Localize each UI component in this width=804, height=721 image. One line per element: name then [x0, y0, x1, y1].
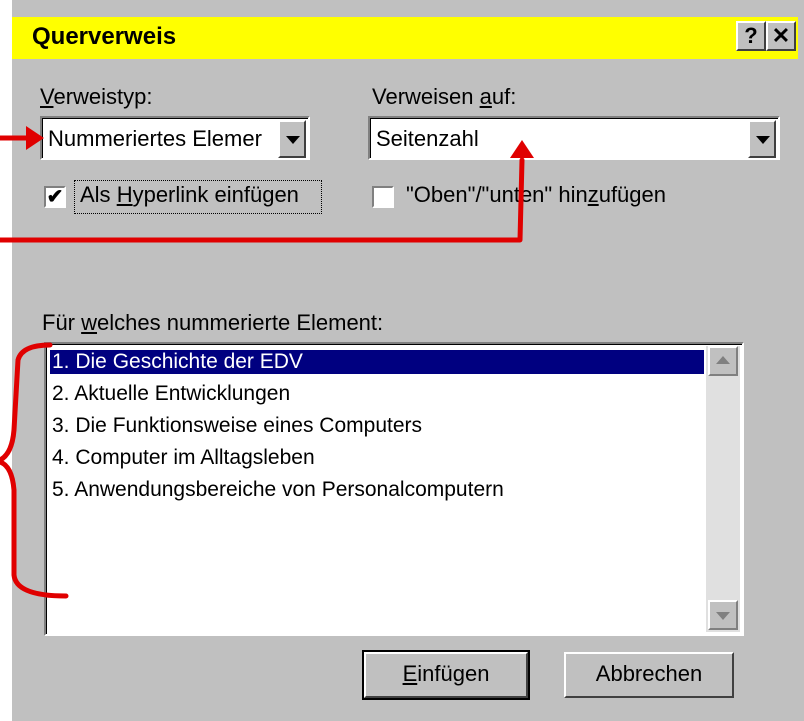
annotation-overlay — [0, 126, 534, 599]
annotation-bracket — [0, 459, 69, 599]
annotation-arrowhead — [510, 140, 534, 158]
annotation-bracket — [0, 342, 53, 463]
annotation-arrow-line — [0, 157, 525, 243]
annotation-arrowhead — [26, 126, 44, 150]
